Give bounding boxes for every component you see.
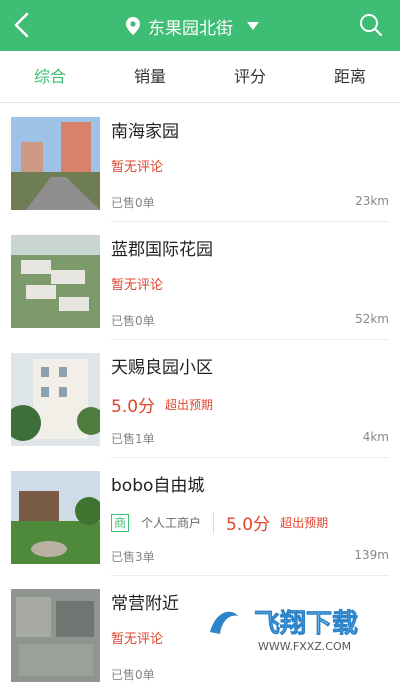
list-item[interactable]: 蓝郡国际花园 暂无评论 已售0单 52km [0,222,400,340]
rating-row: 暂无评论 [111,274,163,293]
watermark-title: 飞翔下载 [254,609,358,639]
chevron-left-icon[interactable] [8,10,38,40]
sold-count: 已售3单 [111,550,155,564]
location-pin-icon [126,17,140,35]
no-comment-label: 暂无评论 [111,160,164,175]
rating-tag: 超出预期 [280,516,329,530]
top-bar: 东果园北街 [0,0,400,51]
watermark-logo: 飞翔下载 WWW.FXXZ.COM [200,602,358,653]
list-item[interactable]: 南海家园 暂无评论 已售0单 23km [0,104,400,222]
caret-down-icon [247,22,259,30]
shop-thumbnail [11,353,100,446]
rating-row: 暂无评论 [111,156,163,175]
distance: 52km [355,312,389,326]
tab-rating[interactable]: 评分 [200,51,300,102]
distance: 23km [355,194,389,208]
tab-distance[interactable]: 距离 [300,51,400,102]
no-comment-label: 暂无评论 [111,632,164,647]
tab-sales[interactable]: 销量 [100,51,200,102]
distance: 4km [362,430,389,444]
rating-score: 5.0分 [111,397,156,417]
shop-name: 南海家园 [111,122,179,142]
shop-name: 蓝郡国际花园 [111,240,213,260]
list-item[interactable]: bobo自由城 商 个人工商户 5.0分 超出预期 已售3单 139m [0,458,400,576]
list-item[interactable]: 天赐良园小区 5.0分 超出预期 已售1单 4km [0,340,400,458]
search-icon[interactable] [358,12,384,38]
shop-name: 天赐良园小区 [111,358,213,378]
sold-count: 已售0单 [111,668,155,682]
location-selector[interactable]: 东果园北街 [126,12,259,40]
shop-thumbnail [11,471,100,564]
no-comment-label: 暂无评论 [111,278,164,293]
sold-count: 已售0单 [111,314,155,328]
sold-count: 已售1单 [111,432,155,446]
sold-count: 已售0单 [111,196,155,210]
rating-row: 5.0分 超出预期 [111,392,213,417]
rating-row: 暂无评论 [111,628,163,647]
rating-tag: 超出预期 [165,398,214,412]
watermark-url: WWW.FXXZ.COM [258,640,351,653]
rating-row: 商 个人工商户 5.0分 超出预期 [111,510,328,535]
sort-tabs: 综合 销量 评分 距离 [0,51,400,103]
shop-thumbnail [11,117,100,210]
shop-name: bobo自由城 [111,476,205,496]
rating-score: 5.0分 [226,515,271,535]
vertical-divider [213,511,215,534]
shop-name: 常营附近 [111,594,179,614]
tab-overall[interactable]: 综合 [0,51,100,102]
location-label: 东果园北街 [148,18,233,39]
shop-thumbnail [11,589,100,682]
shop-thumbnail [11,235,100,328]
merchant-type: 个人工商户 [141,516,202,530]
distance: 139m [354,548,389,562]
merchant-badge: 商 [111,513,129,532]
